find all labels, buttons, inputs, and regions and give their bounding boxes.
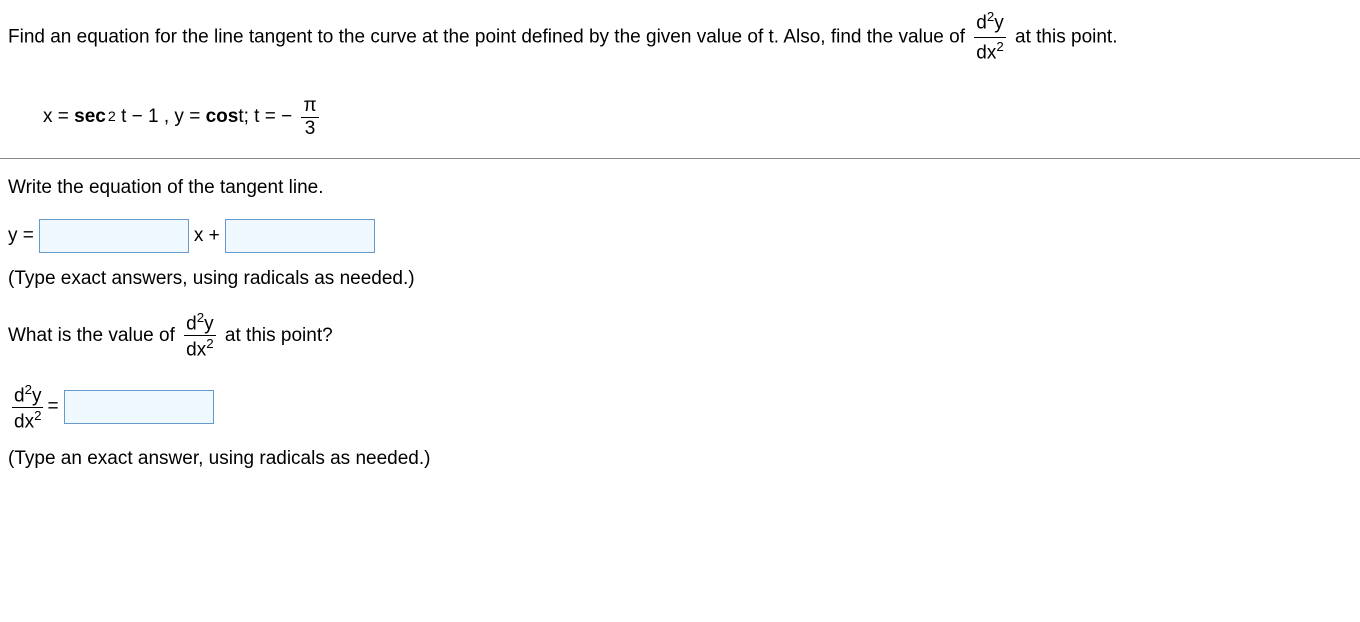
hint1: (Type exact answers, using radicals as n… <box>8 268 1352 290</box>
pi-over-3: π 3 <box>301 95 318 140</box>
statement-part2: at this point. <box>1015 26 1117 47</box>
slope-input[interactable] <box>39 219 189 253</box>
second-derivative-prompt: What is the value of d2y dx2 at this poi… <box>8 310 1352 362</box>
x-plus-label: x + <box>194 225 220 247</box>
parametric-equations: x = sec 2 t − 1 , y = cos t; t = − π 3 <box>43 95 1352 140</box>
d2y-dx2-fraction: d2y dx2 <box>974 8 1005 67</box>
tangent-line-prompt: Write the equation of the tangent line. <box>8 177 1352 199</box>
hint2: (Type an exact answer, using radicals as… <box>8 448 1352 470</box>
d2y-dx2-fraction-2: d2y dx2 <box>184 310 215 362</box>
second-derivative-input[interactable] <box>64 390 214 424</box>
d2y-dx2-fraction-3: d2y dx2 <box>12 382 43 434</box>
equals-label: = <box>47 396 58 418</box>
intercept-input[interactable] <box>225 219 375 253</box>
second-derivative-answer: d2y dx2 = <box>8 382 1352 434</box>
statement-part1: Find an equation for the line tangent to… <box>8 26 970 47</box>
problem-statement: Find an equation for the line tangent to… <box>8 8 1352 67</box>
y-equals-label: y = <box>8 225 34 247</box>
tangent-line-answer: y = x + <box>8 219 1352 253</box>
section-divider <box>0 158 1360 159</box>
